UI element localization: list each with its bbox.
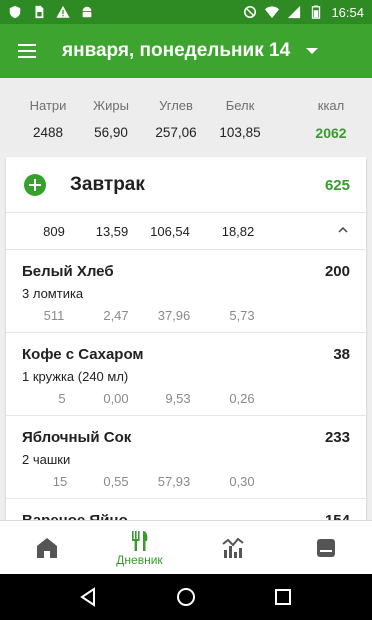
fat-label: Жиры	[93, 98, 129, 113]
food-fat: 0,55	[103, 474, 129, 489]
meal-header: Завтрак 625	[6, 157, 366, 213]
bottom-navigation: Дневник	[0, 520, 372, 574]
food-portion: 3 ломтика	[22, 286, 84, 301]
meal-kcal: 625	[324, 177, 350, 194]
meal-title: Завтрак	[70, 174, 145, 195]
food-name: Белый Хлеб	[22, 263, 114, 280]
food-portion: 1 кружка (240 мл)	[22, 369, 129, 384]
plus-icon	[29, 179, 41, 191]
protein-label: Белк	[225, 98, 255, 113]
meal-card: Завтрак 625 809 13,59 106,54 18,82 Белый…	[6, 157, 366, 527]
menu-button[interactable]	[0, 24, 54, 78]
diary-icon	[131, 530, 147, 551]
recents-icon[interactable]	[273, 587, 293, 607]
warning-icon	[56, 5, 70, 19]
food-item[interactable]: Белый Хлеб 200 3 ломтика 511 2,47 37,96 …	[6, 250, 366, 333]
protein-value: 103,85	[219, 125, 261, 140]
sodium-value: 2488	[32, 125, 64, 140]
nav-diary[interactable]: Дневник	[93, 521, 186, 574]
page-title: января, понедельник 14	[62, 40, 291, 61]
app-bar: января, понедельник 14	[0, 24, 372, 78]
carbs-value: 257,06	[155, 125, 197, 140]
food-carbs: 37,96	[157, 308, 191, 323]
food-kcal: 233	[324, 429, 350, 446]
nav-diary-label: Дневник	[116, 552, 163, 567]
back-icon[interactable]	[79, 587, 99, 607]
chevron-up-icon[interactable]	[338, 225, 348, 235]
shield-icon	[8, 5, 22, 19]
date-selector[interactable]: января, понедельник 14	[62, 40, 319, 62]
food-carbs: 57,93	[157, 474, 191, 489]
status-time: 16:54	[331, 4, 364, 20]
food-sodium: 511	[43, 308, 65, 323]
sim-card-icon	[32, 5, 46, 19]
carbs-label: Углев	[159, 98, 193, 113]
reports-icon	[221, 537, 244, 558]
kcal-value: 2062	[315, 125, 347, 141]
food-carbs: 9,53	[165, 391, 191, 406]
food-sodium: 5	[58, 391, 66, 406]
meal-total-sodium: 809	[43, 224, 65, 239]
system-navigation-bar	[0, 574, 372, 620]
meal-total-carbs: 106,54	[150, 224, 190, 239]
more-icon	[316, 538, 335, 557]
food-kcal: 200	[324, 263, 350, 280]
food-fat: 0,00	[103, 391, 129, 406]
battery-icon	[309, 5, 323, 19]
status-bar: 16:54	[0, 0, 372, 24]
food-portion: 2 чашки	[22, 452, 71, 467]
fat-value: 56,90	[94, 125, 128, 140]
food-item[interactable]: Кофе с Сахаром 38 1 кружка (240 мл) 5 0,…	[6, 333, 366, 416]
sodium-label: Натри	[29, 98, 67, 113]
kcal-label: ккал	[317, 98, 345, 113]
meal-totals-row[interactable]: 809 13,59 106,54 18,82	[6, 213, 366, 250]
nav-reports[interactable]	[186, 521, 279, 574]
home-icon	[36, 537, 57, 558]
food-kcal: 38	[333, 346, 350, 363]
daily-summary: Натри 2488 Жиры 56,90 Углев 257,06 Белк …	[0, 78, 372, 150]
add-food-button[interactable]	[24, 174, 46, 196]
dropdown-caret-icon	[306, 48, 319, 54]
meal-total-fat: 13,59	[95, 224, 129, 239]
food-protein: 0,26	[229, 391, 255, 406]
signal-icon	[287, 5, 301, 19]
food-fat: 2,47	[103, 308, 129, 323]
food-sodium: 15	[52, 474, 68, 489]
food-protein: 5,73	[229, 308, 255, 323]
hamburger-icon	[18, 44, 36, 58]
food-protein: 0,30	[229, 474, 255, 489]
food-name: Кофе с Сахаром	[22, 346, 144, 363]
nav-home[interactable]	[0, 521, 93, 574]
wifi-icon	[265, 5, 280, 19]
home-circle-icon[interactable]	[176, 587, 196, 607]
android-icon	[80, 5, 94, 19]
food-name: Яблочный Сок	[22, 429, 132, 446]
nav-more[interactable]	[279, 521, 372, 574]
food-item[interactable]: Яблочный Сок 233 2 чашки 15 0,55 57,93 0…	[6, 416, 366, 499]
meal-total-protein: 18,82	[221, 224, 255, 239]
do-not-disturb-icon	[243, 5, 257, 19]
